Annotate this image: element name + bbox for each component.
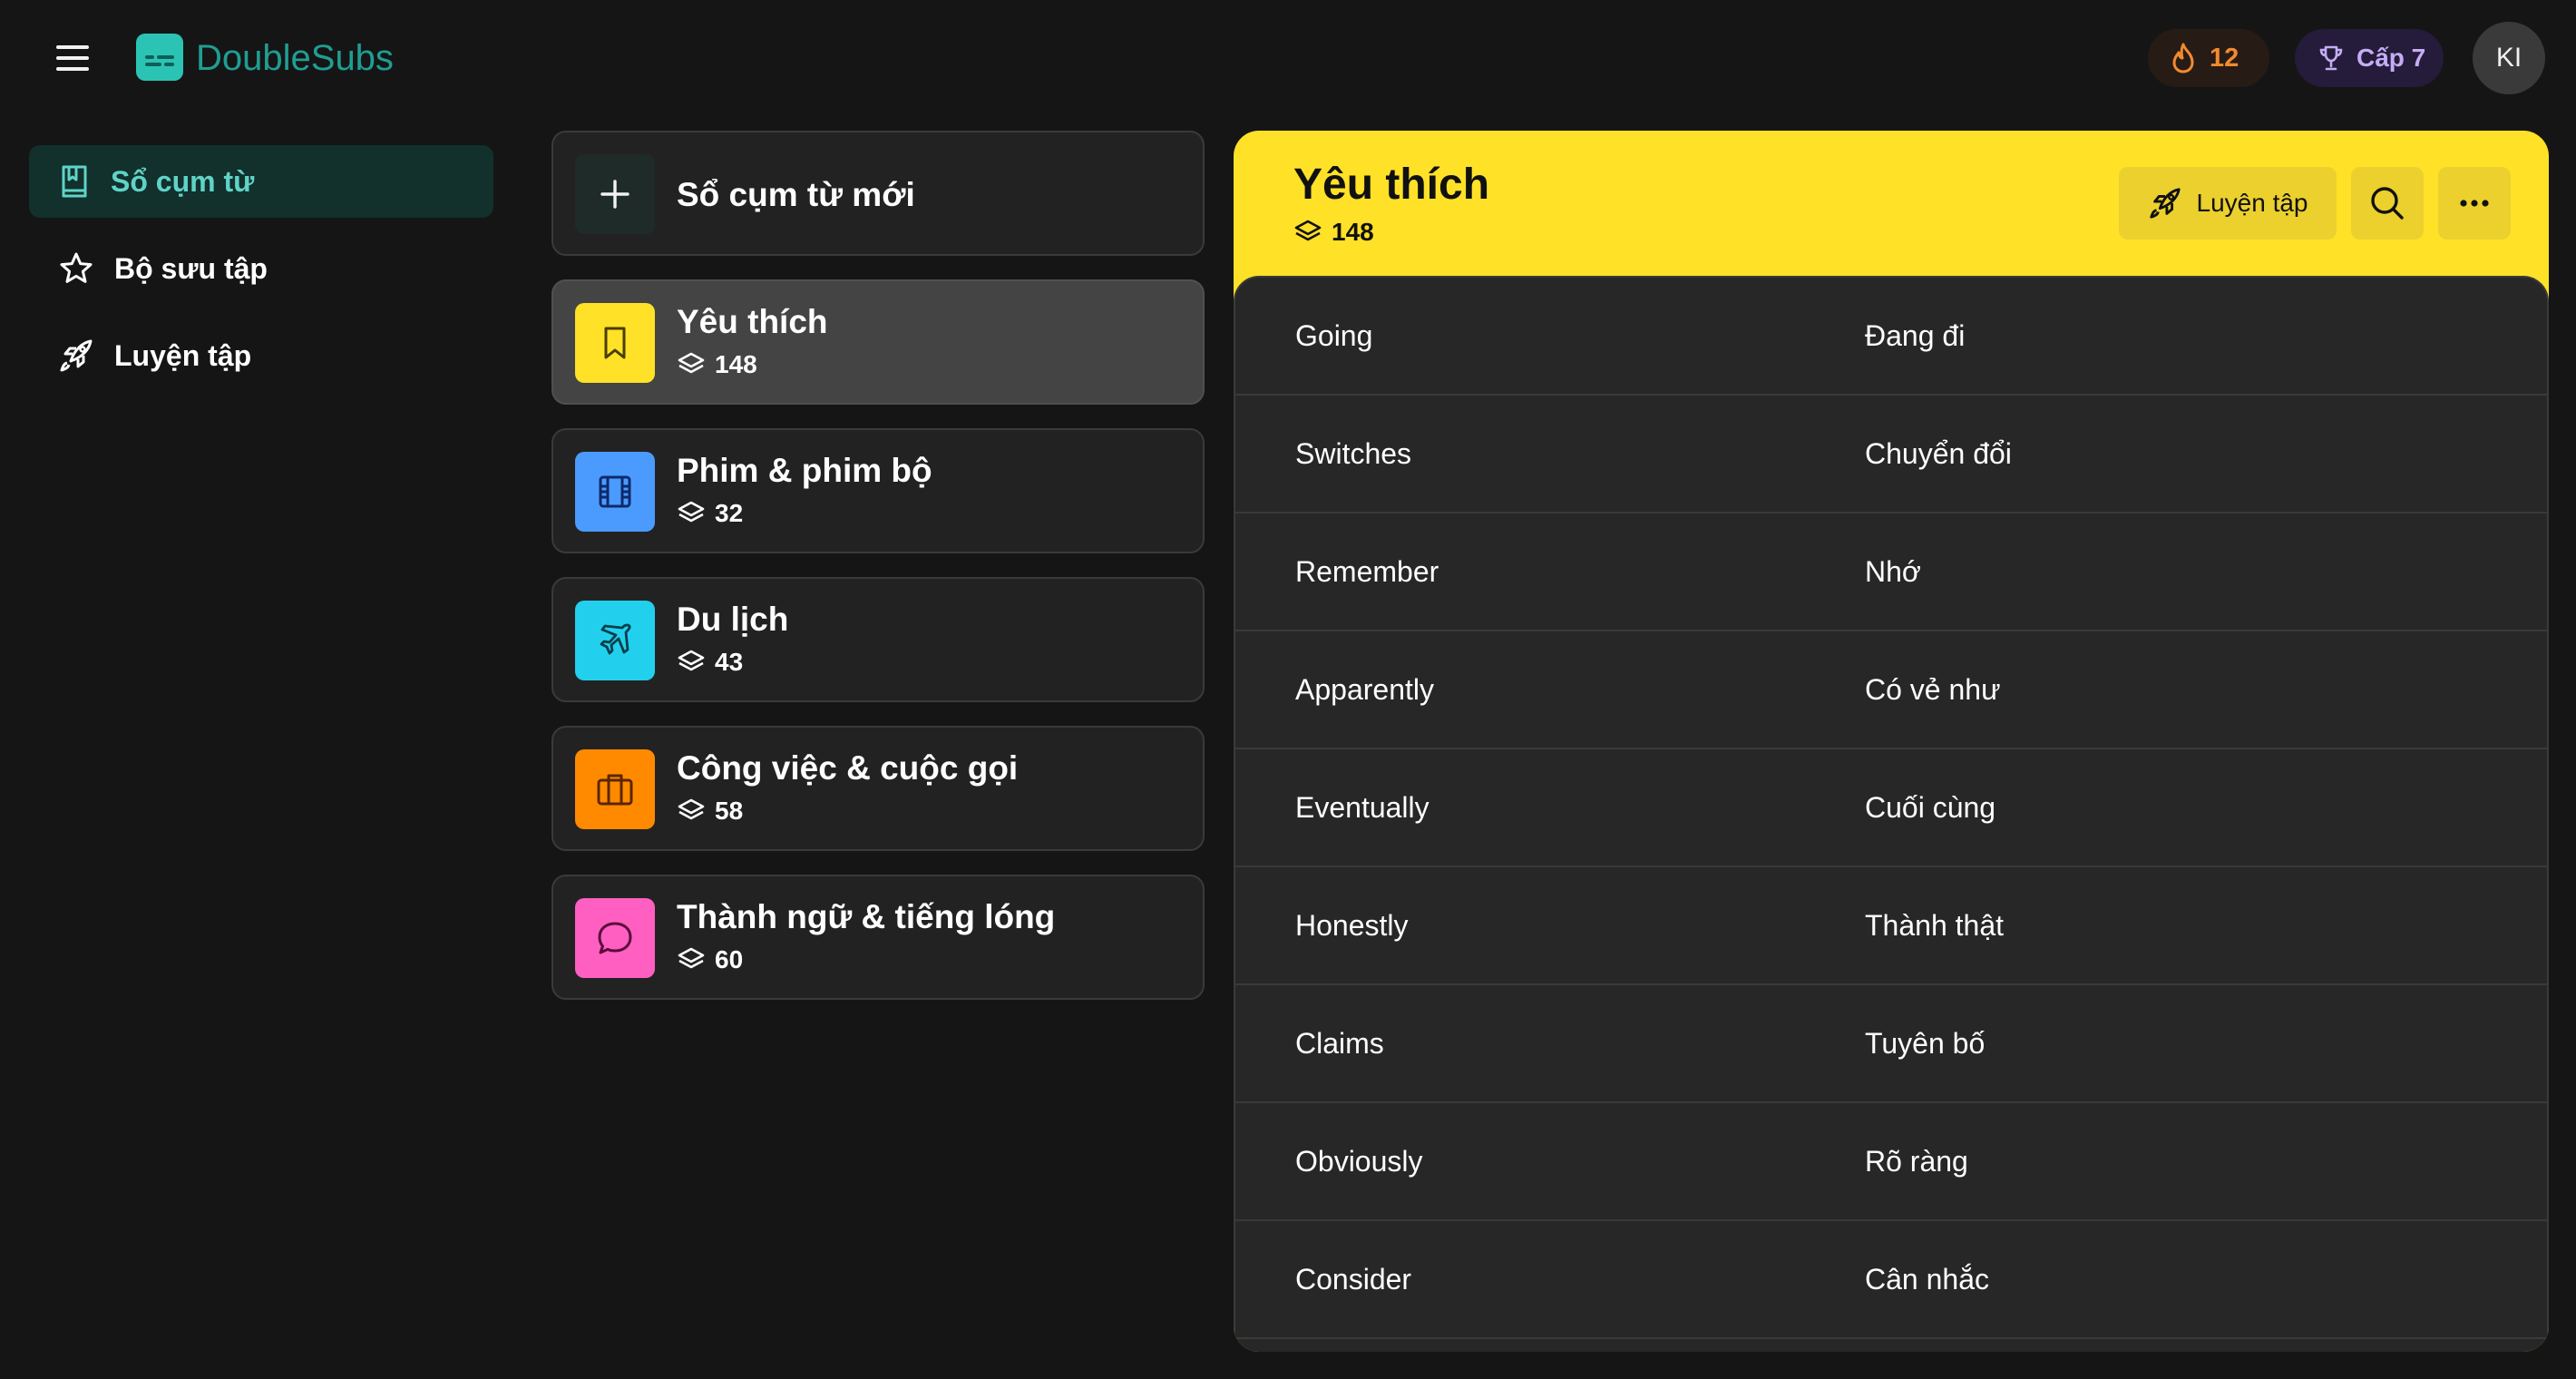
app-name[interactable]: DoubleSubs <box>196 33 394 83</box>
level-label: Cấp 7 <box>2356 44 2426 72</box>
sidebar-item-label: Sổ cụm từ <box>111 164 255 198</box>
top-bar: DoubleSubs 12 Cấp 7 KI <box>0 0 2576 116</box>
detail-count: 148 <box>1293 218 1374 247</box>
word-row[interactable]: Consider Cân nhắc <box>1235 1221 2547 1339</box>
word-term: Obviously <box>1295 1145 1423 1178</box>
phrasebook-title: Công việc & cuộc gọi <box>677 749 1019 787</box>
bookmark-icon <box>575 303 655 383</box>
menu-icon <box>56 45 89 71</box>
practice-button[interactable]: Luyện tập <box>2119 167 2337 240</box>
star-icon <box>60 252 93 283</box>
phrasebook-count-value: 43 <box>715 648 744 676</box>
rocket-icon <box>2149 188 2181 219</box>
phrasebook-card-work[interactable]: Công việc & cuộc gọi 58 <box>551 726 1205 851</box>
phrasebook-count-value: 32 <box>715 499 744 527</box>
new-phrasebook-label: Sổ cụm từ mới <box>677 176 915 213</box>
sidebar-item-label: Luyện tập <box>114 338 252 372</box>
phrasebook-title: Thành ngữ & tiếng lóng <box>677 898 1056 935</box>
word-term: Remember <box>1295 555 1439 588</box>
phrasebook-count: 43 <box>677 648 743 677</box>
phrasebook-card-favorites[interactable]: Yêu thích 148 <box>551 279 1205 405</box>
new-phrasebook-button[interactable]: Sổ cụm từ mới <box>551 131 1205 256</box>
layers-icon <box>1294 220 1322 241</box>
word-term: Honestly <box>1295 909 1409 942</box>
word-term: Switches <box>1295 437 1412 470</box>
phrasebook-card-travel[interactable]: Du lịch 43 <box>551 577 1205 702</box>
phrasebook-detail-panel: Yêu thích 148 Luyện tập Going Đang đi Sw… <box>1234 131 2549 1352</box>
word-row[interactable]: Switches Chuyển đổi <box>1235 396 2547 513</box>
avatar[interactable]: KI <box>2473 22 2545 94</box>
word-meaning: Thành thật <box>1865 909 2004 942</box>
practice-button-label: Luyện tập <box>2196 189 2308 217</box>
layers-icon <box>678 650 705 671</box>
phrasebook-count: 60 <box>677 945 743 974</box>
word-row[interactable]: Apparently Có vẻ như <box>1235 631 2547 749</box>
rocket-icon <box>60 339 93 372</box>
word-meaning: Đang đi <box>1865 319 1966 352</box>
word-row[interactable]: Claims Tuyên bố <box>1235 985 2547 1103</box>
sidebar-item-practice[interactable]: Luyện tập <box>29 319 493 392</box>
phrasebook-icon <box>62 165 87 198</box>
phrasebook-count-value: 148 <box>715 350 757 378</box>
search-icon <box>2371 187 2404 220</box>
more-options-button[interactable] <box>2438 167 2511 240</box>
word-term: Eventually <box>1295 791 1429 824</box>
chat-bubble-icon <box>575 898 655 978</box>
detail-title: Yêu thích <box>1293 161 1490 209</box>
word-list: Going Đang đi Switches Chuyển đổi Rememb… <box>1234 276 2549 1352</box>
word-meaning: Cuối cùng <box>1865 791 1996 824</box>
plane-icon <box>575 601 655 680</box>
streak-count: 12 <box>2210 43 2239 73</box>
word-term: Consider <box>1295 1263 1412 1296</box>
layers-icon <box>678 501 705 523</box>
word-meaning: Rõ ràng <box>1865 1145 1968 1178</box>
word-meaning: Cân nhắc <box>1865 1263 1989 1296</box>
phrasebook-count-value: 58 <box>715 797 744 825</box>
phrasebook-count-value: 60 <box>715 945 744 973</box>
menu-button[interactable] <box>47 36 98 80</box>
word-row[interactable]: Remember Nhớ <box>1235 513 2547 631</box>
word-meaning: Có vẻ như <box>1865 673 2001 706</box>
phrasebook-count: 58 <box>677 797 743 826</box>
layers-icon <box>678 947 705 969</box>
subtitles-logo[interactable] <box>136 34 183 81</box>
phrasebook-title: Du lịch <box>677 601 789 638</box>
word-term: Going <box>1295 319 1373 352</box>
word-row[interactable]: Going Đang đi <box>1235 278 2547 396</box>
trophy-icon <box>2319 45 2343 71</box>
flame-icon <box>2172 43 2194 73</box>
layers-icon <box>678 352 705 374</box>
more-horizontal-icon <box>2460 200 2489 207</box>
phrasebook-card-movies[interactable]: Phim & phim bộ 32 <box>551 428 1205 553</box>
film-icon <box>575 452 655 532</box>
sidebar-item-collections[interactable]: Bộ sưu tập <box>29 232 493 305</box>
word-meaning: Tuyên bố <box>1865 1027 1986 1060</box>
word-term: Apparently <box>1295 673 1434 706</box>
briefcase-icon <box>575 749 655 829</box>
level-badge[interactable]: Cấp 7 <box>2295 29 2444 87</box>
word-meaning: Nhớ <box>1865 555 1921 588</box>
phrasebook-count: 32 <box>677 499 743 528</box>
search-button[interactable] <box>2351 167 2424 240</box>
word-row[interactable]: Obviously Rõ ràng <box>1235 1103 2547 1221</box>
word-meaning: Chuyển đổi <box>1865 437 2012 470</box>
sidebar-item-label: Bộ sưu tập <box>114 251 268 285</box>
word-row[interactable]: Eventually Cuối cùng <box>1235 749 2547 867</box>
detail-count-value: 148 <box>1332 218 1374 246</box>
streak-badge[interactable]: 12 <box>2148 29 2269 87</box>
word-term: Claims <box>1295 1027 1384 1060</box>
plus-icon <box>575 154 655 234</box>
sidebar-item-phrasebooks[interactable]: Sổ cụm từ <box>29 145 493 218</box>
phrasebook-title: Yêu thích <box>677 303 828 340</box>
phrasebook-card-idioms[interactable]: Thành ngữ & tiếng lóng 60 <box>551 875 1205 1000</box>
word-row[interactable]: Honestly Thành thật <box>1235 867 2547 985</box>
phrasebook-count: 148 <box>677 350 757 379</box>
layers-icon <box>678 798 705 820</box>
phrasebook-title: Phim & phim bộ <box>677 452 932 489</box>
